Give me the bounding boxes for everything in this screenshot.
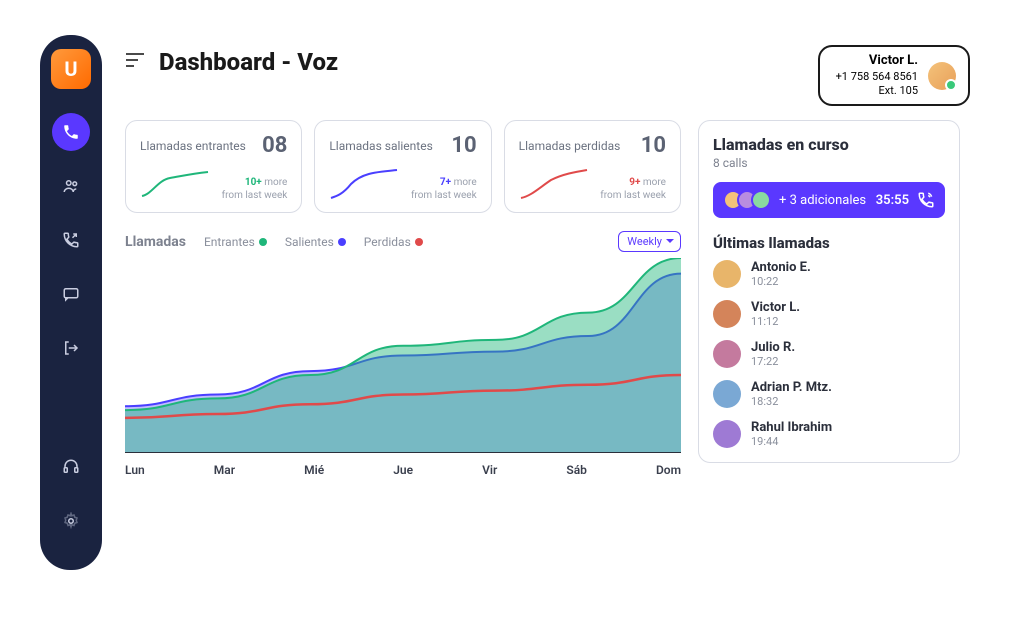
- nav-logout[interactable]: [52, 329, 90, 367]
- ongoing-sub: 8 calls: [713, 156, 945, 170]
- area-chart: [125, 258, 681, 453]
- stat-value: 08: [262, 133, 287, 158]
- recent-title: Últimas llamadas: [713, 234, 945, 252]
- nav-phone[interactable]: [52, 113, 90, 151]
- legend-dot-icon: [415, 238, 423, 246]
- x-tick: Mar: [214, 463, 235, 477]
- nav-messages[interactable]: [52, 275, 90, 313]
- stat-label: Llamadas entrantes: [140, 139, 246, 153]
- user-ext: Ext. 105: [836, 84, 918, 98]
- app-logo[interactable]: U: [51, 49, 91, 89]
- stat-label: Llamadas perdidas: [519, 139, 621, 153]
- right-panel: Llamadas en curso 8 calls + 3 adicionale…: [698, 120, 960, 463]
- chart-title: Llamadas: [125, 234, 186, 250]
- stat-cards: Llamadas entrantes 08 10+ more from last…: [125, 120, 681, 213]
- chat-icon: [62, 285, 80, 303]
- avatar: [713, 420, 741, 448]
- ongoing-bar[interactable]: + 3 adicionales 35:55: [713, 182, 945, 218]
- sparkline-icon: [519, 166, 589, 202]
- nav-contacts[interactable]: [52, 167, 90, 205]
- avatar-stack: [723, 190, 771, 210]
- call-name: Julio R.: [751, 340, 795, 355]
- x-tick: Mié: [304, 463, 324, 477]
- call-list: Antonio E.10:22 Victor L.11:12 Julio R.17:…: [713, 260, 945, 448]
- stat-card-missed[interactable]: Llamadas perdidas 10 9+ more from last w…: [504, 120, 681, 213]
- x-tick: Lun: [125, 463, 145, 477]
- menu-icon[interactable]: [125, 52, 145, 72]
- stat-card-outgoing[interactable]: Llamadas salientes 10 7+ more from last …: [314, 120, 491, 213]
- x-tick: Jue: [393, 463, 413, 477]
- sidebar: U: [40, 35, 102, 570]
- chart-x-axis: Lun Mar Mié Jue Vir Sáb Dom: [125, 463, 681, 477]
- header: Dashboard - Voz: [125, 48, 338, 76]
- avatar: [713, 300, 741, 328]
- call-time: 10:22: [751, 275, 811, 288]
- ongoing-extra: + 3 adicionales: [779, 193, 866, 208]
- phone-active-icon: [917, 191, 935, 209]
- phone-icon: [62, 123, 80, 141]
- avatar: [713, 340, 741, 368]
- call-name: Adrian P. Mtz.: [751, 380, 832, 395]
- legend-dot-icon: [259, 238, 267, 246]
- call-time: 18:32: [751, 395, 832, 408]
- headset-icon: [62, 458, 80, 476]
- period-select[interactable]: Weekly: [618, 231, 681, 252]
- page-title: Dashboard - Voz: [159, 48, 338, 76]
- legend-item: Perdidas: [364, 235, 423, 249]
- nav-support[interactable]: [52, 448, 90, 486]
- users-icon: [62, 177, 80, 195]
- call-item[interactable]: Julio R.17:22: [713, 340, 945, 368]
- stat-card-incoming[interactable]: Llamadas entrantes 08 10+ more from last…: [125, 120, 302, 213]
- x-tick: Vir: [482, 463, 497, 477]
- avatar: [751, 190, 771, 210]
- call-name: Victor L.: [751, 300, 800, 315]
- stat-delta: 10+ more from last week: [222, 176, 288, 202]
- call-item[interactable]: Rahul Ibrahim19:44: [713, 420, 945, 448]
- logout-icon: [62, 339, 80, 357]
- call-item[interactable]: Victor L.11:12: [713, 300, 945, 328]
- call-name: Antonio E.: [751, 260, 811, 275]
- sparkline-icon: [329, 166, 399, 202]
- call-item[interactable]: Antonio E.10:22: [713, 260, 945, 288]
- user-name: Victor L.: [836, 53, 918, 70]
- call-time: 19:44: [751, 435, 832, 448]
- ongoing-title: Llamadas en curso: [713, 135, 945, 154]
- stat-delta: 9+ more from last week: [600, 176, 666, 202]
- avatar: [928, 62, 956, 90]
- stat-delta: 7+ more from last week: [411, 176, 477, 202]
- main: Llamadas entrantes 08 10+ more from last…: [125, 120, 681, 477]
- call-forward-icon: [62, 231, 80, 249]
- legend-item: Salientes: [285, 235, 346, 249]
- call-item[interactable]: Adrian P. Mtz.18:32: [713, 380, 945, 408]
- avatar: [713, 380, 741, 408]
- stat-label: Llamadas salientes: [329, 139, 432, 153]
- avatar: [713, 260, 741, 288]
- call-name: Rahul Ibrahim: [751, 420, 832, 435]
- ongoing-timer: 35:55: [876, 193, 909, 208]
- x-tick: Dom: [656, 463, 681, 477]
- call-time: 17:22: [751, 355, 795, 368]
- chart-block: Llamadas Entrantes Salientes Perdidas We…: [125, 231, 681, 477]
- call-time: 11:12: [751, 315, 800, 328]
- user-chip-text: Victor L. +1 758 564 8561 Ext. 105: [836, 53, 918, 98]
- user-phone: +1 758 564 8561: [836, 70, 918, 84]
- sparkline-icon: [140, 166, 210, 202]
- legend-dot-icon: [338, 238, 346, 246]
- x-tick: Sáb: [566, 463, 587, 477]
- stat-value: 10: [641, 133, 666, 158]
- nav-outgoing[interactable]: [52, 221, 90, 259]
- nav-settings[interactable]: [52, 502, 90, 540]
- user-chip[interactable]: Victor L. +1 758 564 8561 Ext. 105: [818, 45, 970, 106]
- gear-icon: [62, 512, 80, 530]
- stat-value: 10: [451, 133, 476, 158]
- legend-item: Entrantes: [204, 235, 267, 249]
